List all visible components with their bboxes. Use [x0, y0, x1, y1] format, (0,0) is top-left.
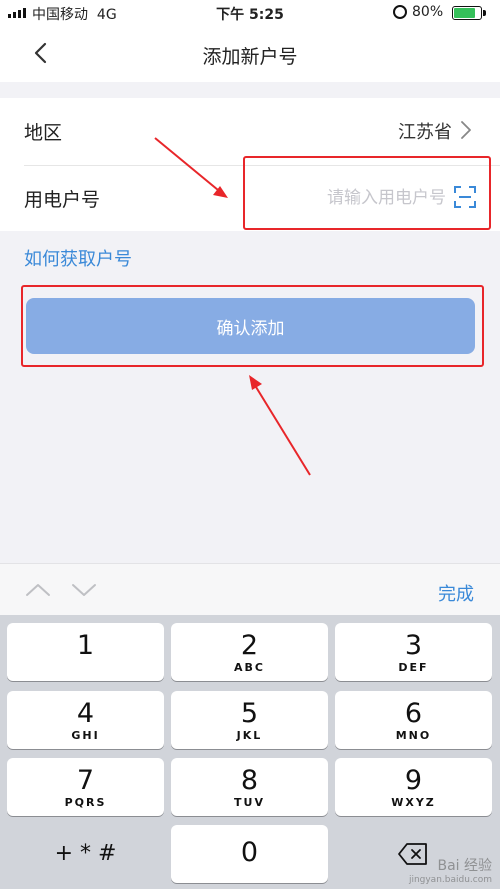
input-highlight-box — [243, 156, 491, 230]
region-label: 地区 — [24, 122, 63, 144]
previous-field-icon[interactable] — [24, 579, 52, 601]
numeric-keyboard: 1 2 ABC 3 DEF 4 GHI 5 JKL 6 MNO 7 PQRS 8 TUV 9W… — [0, 615, 500, 889]
chevron-right-icon — [461, 121, 471, 139]
battery-percent: 80% — [412, 4, 444, 20]
keyboard-toolbar: 完成 — [0, 563, 500, 615]
key-8[interactable]: 8 TUV — [171, 758, 328, 816]
account-number-label: 用电户号 — [24, 189, 101, 211]
arrow-to-button — [249, 375, 311, 476]
done-button[interactable]: 完成 — [438, 580, 474, 606]
page-title: 添加新户号 — [202, 46, 298, 68]
key-5[interactable]: 5 JKL — [171, 691, 328, 749]
key-4[interactable]: 4 GHI — [7, 691, 164, 749]
symbols-key[interactable]: + * # — [7, 825, 164, 883]
key-6[interactable]: 6 MNO — [335, 691, 492, 749]
key-3[interactable]: 3 DEF — [335, 623, 492, 681]
next-field-icon[interactable] — [70, 579, 98, 601]
button-highlight-box — [21, 285, 484, 367]
key-2[interactable]: 2 ABC — [171, 623, 328, 681]
status-bar: 中国移动 4G 下午 5:25 80% — [0, 0, 500, 26]
battery-icon — [452, 6, 486, 20]
navigation-bar: 添加新户号 — [0, 26, 500, 82]
how-to-get-account-link[interactable]: 如何获取户号 — [24, 245, 132, 271]
key-0[interactable]: 0 — [171, 825, 328, 883]
key-1[interactable]: 1 — [7, 623, 164, 681]
watermark: Bai 经验 jingyan.baidu.com — [408, 858, 492, 885]
key-9[interactable]: 9 WXYZ — [335, 758, 492, 816]
region-row[interactable]: 地区 江苏省 — [0, 98, 500, 165]
region-value: 江苏省 — [398, 122, 452, 143]
key-7[interactable]: 7 PQRS — [7, 758, 164, 816]
rotation-lock-icon — [393, 5, 407, 19]
